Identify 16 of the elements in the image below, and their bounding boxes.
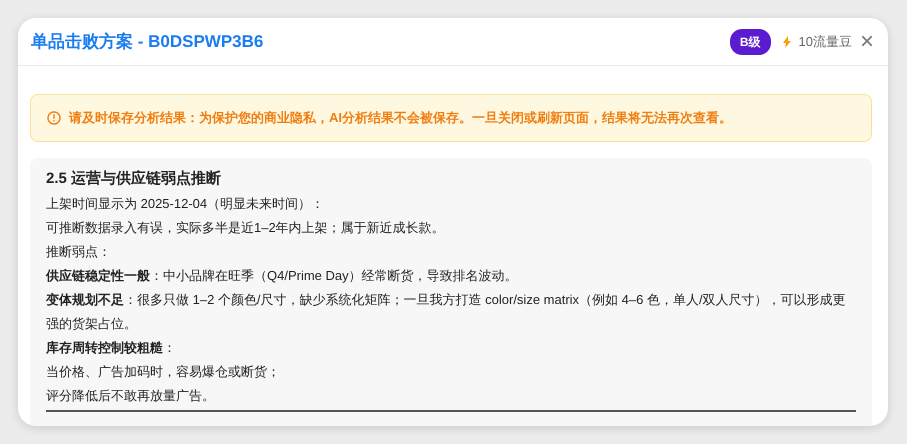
cost-label: 10流量豆	[798, 32, 852, 51]
body-text: 供应链稳定性一般：中小品牌在旺季（Q4/Prime Day）经常断货，导致排名波动。	[46, 267, 519, 286]
close-button[interactable]: ×	[860, 30, 874, 54]
lightning-icon	[782, 36, 791, 48]
body-text: 推断弱点：	[46, 243, 112, 262]
body-text: 评分降低后不敢再放量广告。	[46, 387, 216, 406]
grade-tag: B级	[730, 28, 771, 55]
warning-icon	[47, 110, 61, 125]
warning-text: 请及时保存分析结果：为保护您的商业隐私，AI分析结果不会被保存。一旦关闭或刷新页面，结果将无法再次查看。	[69, 109, 732, 128]
body-text: 当价格、广告加码时，容易爆仓或断货；	[46, 363, 281, 382]
dialog-title: 单品击败方案 - B0DSPWP3B6	[31, 30, 264, 53]
body-text: 库存周转控制较粗糙：	[46, 339, 177, 358]
body-text: 上架时间显示为 2025-12-04（明显未来时间）：	[46, 195, 326, 214]
body-text: 变体规划不足：很多只做 1–2 个颜色/尺寸，缺少系统化矩阵；一旦我方打造 color/size matrix（例如 4–6 色，单人/双人尺寸），可以形成更强的货架占位。	[46, 291, 847, 334]
section-heading: 2.5 运营与供应链弱点推断	[46, 168, 222, 189]
body-text: 可推断数据录入有误，实际多半是近1–2年内上架；属于新近成长款。	[46, 219, 446, 238]
